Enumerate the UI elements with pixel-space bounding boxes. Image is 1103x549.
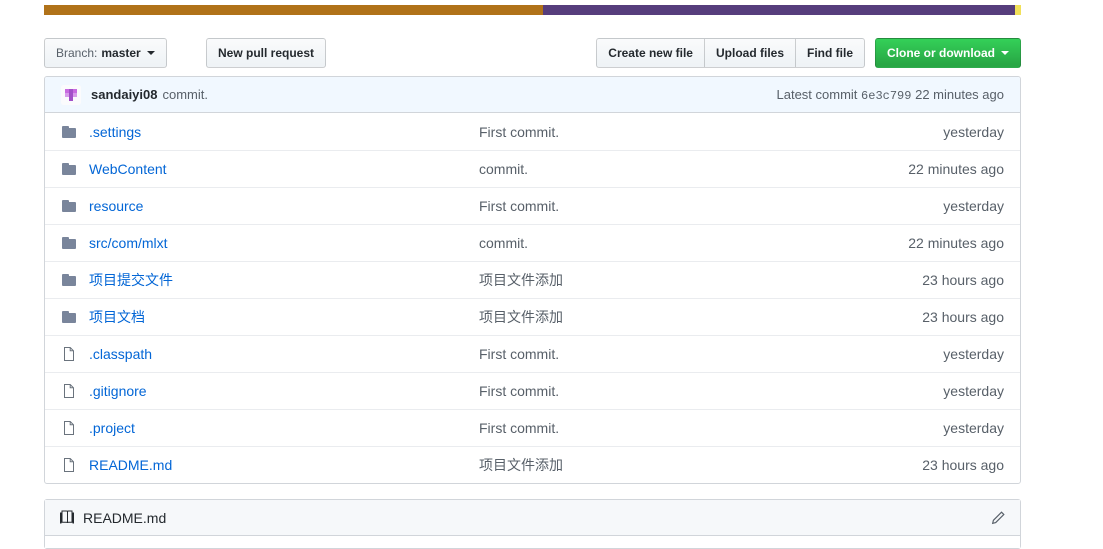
- commit-sha[interactable]: 6e3c799: [861, 89, 911, 103]
- folder-icon: [61, 272, 81, 288]
- file-commit-message[interactable]: commit.: [479, 235, 864, 251]
- repo-toolbar-right-group: Create new file Upload files Find file C…: [596, 38, 1021, 68]
- file-action-button-group: Create new file Upload files Find file: [596, 38, 865, 68]
- file-commit-message[interactable]: 项目文件添加: [479, 455, 864, 475]
- create-new-file-button[interactable]: Create new file: [596, 38, 704, 68]
- file-name-link[interactable]: README.md: [89, 457, 479, 473]
- repo-action-toolbar: Branch: master New pull request Create n…: [44, 38, 1021, 68]
- table-row: .project First commit. yesterday: [45, 409, 1020, 446]
- file-commit-time: 22 minutes ago: [908, 235, 1004, 251]
- clipped-top-text: [44, 0, 1021, 3]
- branch-prefix-label: Branch:: [56, 46, 98, 60]
- pencil-icon[interactable]: [990, 510, 1006, 526]
- language-breakdown-bar: [44, 5, 1021, 15]
- file-name-link[interactable]: .project: [89, 420, 479, 436]
- find-file-button[interactable]: Find file: [795, 38, 865, 68]
- file-commit-message[interactable]: 项目文件添加: [479, 270, 864, 290]
- table-row: resource First commit. yesterday: [45, 187, 1020, 224]
- file-commit-message[interactable]: 项目文件添加: [479, 307, 864, 327]
- upload-files-button[interactable]: Upload files: [703, 38, 795, 68]
- table-row: README.md 项目文件添加 23 hours ago: [45, 446, 1020, 483]
- commit-message[interactable]: commit.: [163, 87, 209, 102]
- file-name-link[interactable]: .gitignore: [89, 383, 479, 399]
- file-commit-time: yesterday: [943, 346, 1004, 362]
- file-commit-message[interactable]: First commit.: [479, 124, 864, 140]
- file-rows: .settings First commit. yesterday WebConten…: [45, 113, 1020, 483]
- branch-selector-button[interactable]: Branch: master: [44, 38, 167, 68]
- file-name-link[interactable]: WebContent: [89, 161, 479, 177]
- table-row: WebContent commit. 22 minutes ago: [45, 150, 1020, 187]
- commit-author[interactable]: sandaiyi08: [91, 87, 158, 102]
- language-segment-javascript[interactable]: [543, 5, 1016, 15]
- file-commit-time: yesterday: [943, 420, 1004, 436]
- file-name-link[interactable]: 项目提交文件: [89, 270, 479, 290]
- language-segment-java[interactable]: [44, 5, 544, 15]
- commit-time: 22 minutes ago: [915, 86, 1004, 102]
- file-commit-message[interactable]: First commit.: [479, 420, 864, 436]
- readme-header: README.md: [45, 500, 1020, 536]
- file-commit-time: yesterday: [943, 123, 1004, 140]
- file-icon: [61, 346, 81, 362]
- folder-icon: [61, 161, 81, 177]
- chevron-down-icon: [1001, 51, 1009, 55]
- latest-commit-label: Latest commit: [776, 86, 858, 102]
- file-commit-message[interactable]: First commit.: [479, 198, 864, 214]
- new-pull-request-button[interactable]: New pull request: [206, 38, 327, 68]
- readme-body: [45, 536, 1020, 548]
- file-commit-message[interactable]: First commit.: [479, 346, 864, 362]
- readme-title: README.md: [83, 509, 167, 526]
- folder-icon: [61, 309, 81, 325]
- file-name-link[interactable]: resource: [89, 198, 479, 214]
- avatar: [61, 84, 81, 105]
- repository-file-browser: Branch: master New pull request Create n…: [0, 0, 1103, 549]
- file-commit-time: yesterday: [943, 198, 1004, 214]
- file-icon: [61, 383, 81, 399]
- latest-commit-meta: Latest commit 6e3c799 22 minutes ago: [777, 87, 1005, 103]
- table-row: .settings First commit. yesterday: [45, 113, 1020, 150]
- folder-icon: [61, 235, 81, 251]
- table-row: .gitignore First commit. yesterday: [45, 372, 1020, 409]
- table-row: src/com/mlxt commit. 22 minutes ago: [45, 224, 1020, 261]
- chevron-down-icon: [146, 51, 155, 55]
- file-commit-time: 23 hours ago: [922, 272, 1004, 288]
- file-commit-message[interactable]: First commit.: [479, 383, 864, 399]
- clone-or-download-button[interactable]: Clone or download: [875, 38, 1021, 68]
- book-icon: [59, 510, 75, 526]
- file-name-link[interactable]: .classpath: [89, 346, 479, 362]
- file-name-link[interactable]: src/com/mlxt: [89, 235, 479, 251]
- file-icon: [61, 420, 81, 436]
- file-commit-time: 23 hours ago: [922, 457, 1004, 473]
- folder-icon: [61, 124, 81, 140]
- file-commit-message[interactable]: commit.: [479, 161, 864, 177]
- folder-icon: [61, 198, 81, 214]
- table-row: 项目文档 项目文件添加 23 hours ago: [45, 298, 1020, 335]
- readme-container: README.md: [44, 499, 1021, 549]
- file-commit-time: 22 minutes ago: [908, 161, 1004, 177]
- file-icon: [61, 457, 81, 473]
- file-commit-time: yesterday: [943, 383, 1004, 399]
- file-commit-time: 23 hours ago: [922, 309, 1004, 325]
- table-row: .classpath First commit. yesterday: [45, 335, 1020, 372]
- file-name-link[interactable]: 项目文档: [89, 307, 479, 327]
- latest-commit-header: sandaiyi08 commit. Latest commit 6e3c799…: [45, 77, 1020, 113]
- clone-or-download-label: Clone or download: [887, 46, 995, 60]
- file-name-link[interactable]: .settings: [89, 124, 479, 140]
- branch-name-label: master: [101, 46, 141, 60]
- file-list-container: sandaiyi08 commit. Latest commit 6e3c799…: [44, 76, 1021, 484]
- language-segment-css[interactable]: [1015, 5, 1021, 15]
- table-row: 项目提交文件 项目文件添加 23 hours ago: [45, 261, 1020, 298]
